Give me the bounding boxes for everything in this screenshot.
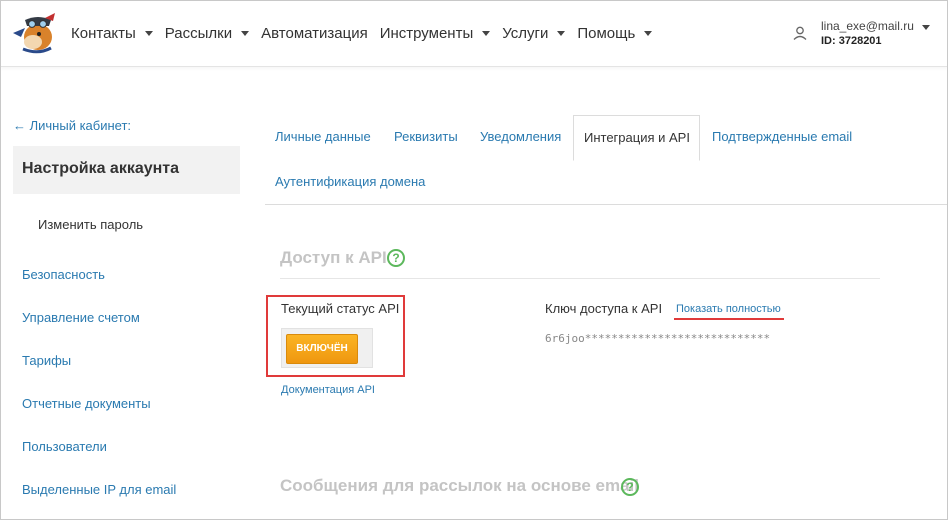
api-docs-link[interactable]: Документация API bbox=[281, 384, 375, 396]
nav-services-label: Услуги bbox=[502, 24, 549, 42]
tab-requisites[interactable]: Реквизиты bbox=[394, 129, 458, 144]
tab-confirmed-emails[interactable]: Подтвержденные email bbox=[712, 129, 852, 144]
sidebar-active-label: Настройка аккаунта bbox=[22, 160, 180, 177]
nav-automation[interactable]: Автоматизация bbox=[261, 25, 368, 42]
tab-domain-auth[interactable]: Аутентификация домена bbox=[275, 174, 425, 189]
top-header: Контакты Рассылки Автоматизация Инструме… bbox=[1, 1, 947, 67]
main-nav: Контакты Рассылки Автоматизация Инструме… bbox=[71, 1, 664, 65]
email-section-title: Сообщения для рассылок на основе email bbox=[280, 476, 639, 495]
nav-help-label: Помощь bbox=[577, 24, 636, 42]
user-id: ID: 3728201 bbox=[821, 35, 882, 47]
api-status-label: Текущий статус API bbox=[281, 301, 400, 316]
nav-contacts-label: Контакты bbox=[71, 24, 136, 42]
chevron-down-icon bbox=[482, 30, 491, 36]
tab-personal-data[interactable]: Личные данные bbox=[275, 129, 371, 144]
sidebar-item-account-settings[interactable]: Настройка аккаунта bbox=[13, 146, 240, 194]
nav-mailings[interactable]: Рассылки bbox=[164, 24, 250, 42]
chevron-down-icon bbox=[644, 30, 653, 36]
tab-notifications[interactable]: Уведомления bbox=[480, 129, 561, 144]
sidebar-item-users[interactable]: Пользователи bbox=[22, 439, 107, 454]
api-key-value: 6r6joo**************************** bbox=[545, 332, 771, 345]
sidebar-item-reports[interactable]: Отчетные документы bbox=[22, 396, 151, 411]
user-email: lina_exe@mail.ru bbox=[821, 19, 914, 33]
nav-tools[interactable]: Инструменты bbox=[380, 25, 491, 42]
sidebar-item-tariffs[interactable]: Тарифы bbox=[22, 353, 71, 368]
nav-tools-label: Инструменты bbox=[379, 24, 474, 42]
app-window: Контакты Рассылки Автоматизация Инструме… bbox=[0, 0, 948, 520]
tab-integration-api-label: Интеграция и API bbox=[584, 130, 690, 145]
api-status-button[interactable]: ВКЛЮЧЁН bbox=[286, 334, 358, 364]
nav-automation-label: Автоматизация bbox=[261, 24, 368, 42]
sidebar-item-account-management[interactable]: Управление счетом bbox=[22, 310, 140, 325]
settings-tabs: Личные данные Реквизиты Уведомления Инте… bbox=[265, 115, 947, 205]
tab-integration-api[interactable]: Интеграция и API bbox=[573, 115, 700, 161]
back-to-cabinet-link[interactable]: ← Личный кабинет: bbox=[13, 118, 131, 133]
show-full-key-link[interactable]: Показать полностью bbox=[676, 303, 781, 315]
sidebar-item-security[interactable]: Безопасность bbox=[22, 267, 105, 282]
nav-services[interactable]: Услуги bbox=[502, 24, 566, 42]
highlight-underline bbox=[674, 318, 784, 320]
section-divider bbox=[280, 278, 880, 279]
chevron-down-icon bbox=[241, 30, 250, 36]
nav-help[interactable]: Помощь bbox=[577, 24, 653, 42]
sidebar-item-change-password[interactable]: Изменить пароль bbox=[38, 217, 143, 232]
sidebar-item-dedicated-ip[interactable]: Выделенные IP для email bbox=[22, 482, 176, 497]
chevron-down-icon bbox=[144, 30, 153, 36]
nav-contacts[interactable]: Контакты bbox=[71, 25, 153, 42]
logo-icon[interactable] bbox=[11, 11, 57, 55]
user-icon bbox=[793, 26, 807, 40]
chevron-down-icon bbox=[922, 25, 930, 30]
api-section-title: Доступ к API bbox=[280, 248, 387, 267]
help-icon[interactable]: ? bbox=[621, 478, 639, 496]
help-icon[interactable]: ? bbox=[387, 249, 405, 267]
chevron-down-icon bbox=[557, 30, 566, 36]
api-key-label: Ключ доступа к API bbox=[545, 301, 663, 316]
nav-mailings-label: Рассылки bbox=[164, 24, 233, 42]
sidebar: ← Личный кабинет: Настройка аккаунта Изм… bbox=[1, 68, 241, 519]
